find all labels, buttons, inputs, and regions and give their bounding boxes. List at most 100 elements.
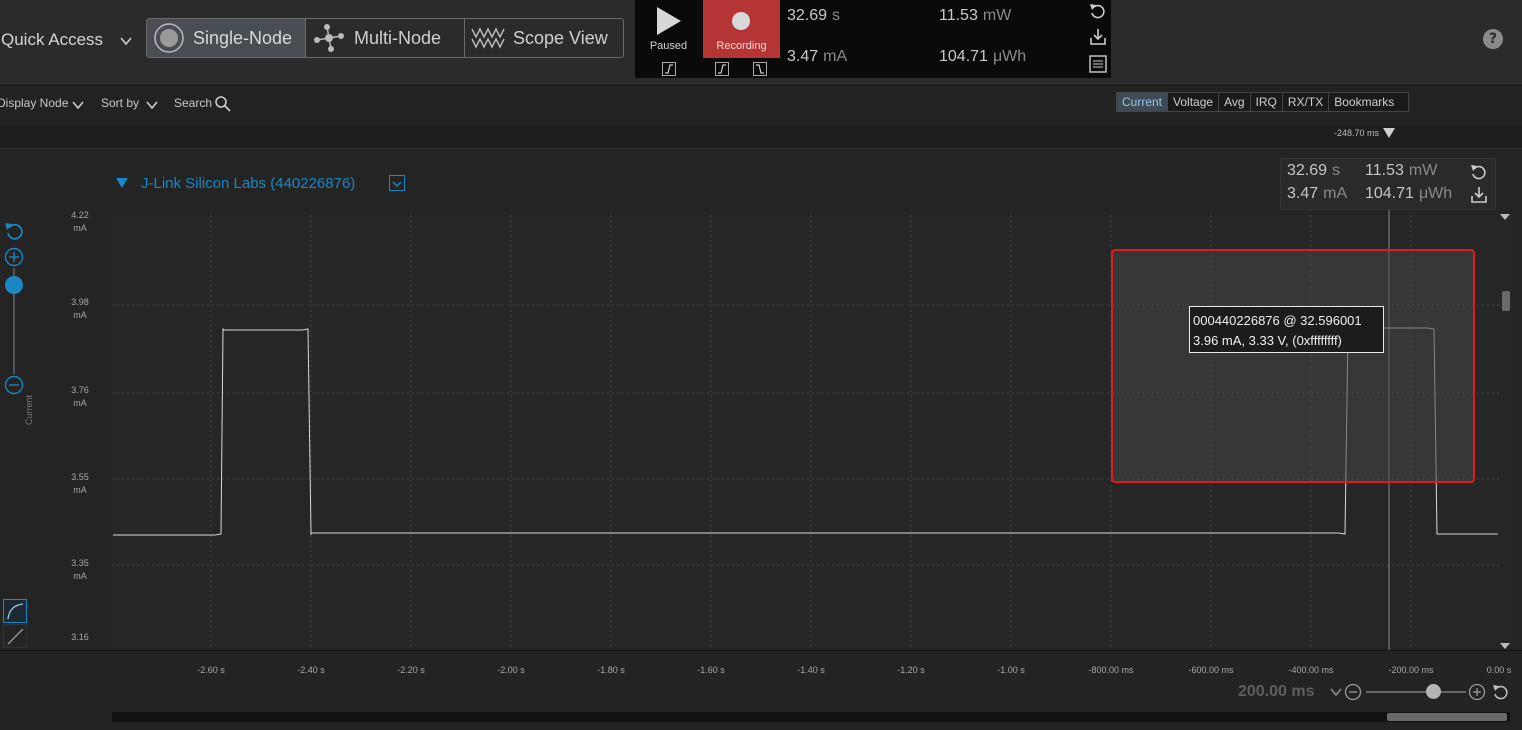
horizontal-scrollbar[interactable]	[112, 712, 1510, 722]
x-tick-label: -1.00 s	[997, 665, 1025, 675]
stat-current: 3.47 mA	[787, 48, 848, 65]
multi-node-label: Multi-Node	[354, 27, 442, 48]
scope-view-label: Scope View	[513, 27, 608, 48]
time-ruler	[0, 125, 1522, 149]
y-tick-label: 4.22 mA	[71, 210, 89, 233]
energy-profiler-window: Quick Access Single-Node Multi-Node Scop…	[0, 0, 1522, 730]
horizontal-scrollbar-thumb[interactable]	[1387, 713, 1507, 721]
download-icon[interactable]	[1469, 185, 1489, 205]
x-tick-label: -1.20 s	[897, 665, 925, 675]
y-tick-label: 3.35 mA	[71, 558, 89, 581]
download-icon[interactable]	[1088, 27, 1108, 47]
trigger-rising-button[interactable]	[715, 62, 729, 76]
scope-view-icon	[471, 27, 505, 49]
tooltip-line-1: 000440226876 @ 32.596001	[1193, 313, 1362, 328]
search-label[interactable]: Search	[174, 96, 212, 110]
x-tick-label: -2.20 s	[397, 665, 425, 675]
time-reset-icon[interactable]	[1491, 682, 1511, 702]
selection-highlight[interactable]	[1111, 249, 1475, 483]
chevron-down-icon[interactable]	[71, 99, 85, 111]
trigger-falling-button[interactable]	[753, 62, 767, 76]
multi-node-button[interactable]: Multi-Node	[306, 19, 465, 57]
stats-actions	[1085, 0, 1111, 78]
trace-tabs: Current Voltage Avg IRQ RX/TX Bookmarks	[1116, 92, 1410, 112]
log-curve-icon	[7, 603, 24, 620]
x-tick-label: -2.40 s	[297, 665, 325, 675]
play-icon	[657, 7, 681, 35]
x-tick-label: -400.00 ms	[1288, 665, 1334, 675]
tab-avg[interactable]: Avg	[1219, 93, 1251, 111]
display-node-dropdown[interactable]: Display Node	[0, 96, 68, 110]
rising-edge-icon	[665, 64, 673, 74]
x-tick-label: -1.80 s	[597, 665, 625, 675]
tab-current[interactable]: Current	[1117, 93, 1169, 111]
tooltip-line-2: 3.96 mA, 3.33 V, (0xffffffff)	[1193, 333, 1342, 348]
sort-by-dropdown[interactable]: Sort by	[101, 96, 139, 110]
time-zoom-in-icon[interactable]	[1468, 683, 1486, 701]
tab-voltage[interactable]: Voltage	[1168, 93, 1220, 111]
zoom-in-icon[interactable]	[4, 247, 24, 267]
tab-rx-tx[interactable]: RX/TX	[1283, 93, 1330, 111]
x-tick-label: -200.00 ms	[1388, 665, 1434, 675]
reset-zoom-icon[interactable]	[3, 220, 25, 242]
linear-line-icon	[7, 628, 24, 645]
linear-scale-button[interactable]	[3, 624, 27, 648]
paused-label: Paused	[649, 40, 688, 52]
time-zoom-out-icon[interactable]	[1344, 683, 1362, 701]
node-stat-current: 3.47 mA	[1287, 185, 1348, 202]
time-zoom-handle[interactable]	[1425, 684, 1441, 699]
chevron-down-icon[interactable]	[119, 34, 133, 48]
y-tick-label: 3.76 mA	[71, 385, 89, 408]
x-tick-label: -800.00 ms	[1088, 665, 1134, 675]
single-node-icon	[154, 23, 184, 53]
stat-time: 32.69 s	[787, 7, 841, 24]
y-tick-label: 3.98 mA	[71, 297, 89, 320]
y-tick-label: 3.16	[71, 632, 89, 642]
single-node-label: Single-Node	[193, 27, 293, 48]
log-scale-button[interactable]	[3, 599, 27, 623]
sample-tooltip: 000440226876 @ 32.596001 3.96 mA, 3.33 V…	[1189, 306, 1384, 353]
x-tick-label: -600.00 ms	[1188, 665, 1234, 675]
list-icon[interactable]	[1088, 54, 1108, 74]
reset-icon[interactable]	[1469, 162, 1489, 182]
zoom-slider-handle[interactable]	[5, 276, 23, 294]
record-button[interactable]: Recording	[703, 0, 780, 58]
record-icon	[732, 12, 750, 30]
single-node-button[interactable]: Single-Node	[147, 19, 306, 57]
chevron-down-icon	[392, 181, 402, 188]
node-title[interactable]: J-Link Silicon Labs (440226876)	[141, 175, 355, 192]
node-stats-panel: 32.69 s 3.47 mA 11.53 mW 104.71 μWh	[1280, 158, 1496, 210]
time-zoom-track[interactable]	[1366, 691, 1466, 693]
falling-edge-icon	[756, 64, 764, 74]
global-stats-panel: 32.69 s 3.47 mA 11.53 mW 104.71 μWh	[781, 0, 1085, 78]
scope-view-button[interactable]: Scope View	[465, 19, 623, 57]
x-tick-label: 0.00 s	[1486, 665, 1512, 675]
chevron-down-icon[interactable]	[1329, 686, 1343, 698]
vertical-scrollbar-thumb[interactable]	[1502, 291, 1510, 311]
node-options-button[interactable]	[389, 175, 405, 191]
zoom-out-icon[interactable]	[4, 375, 24, 395]
quick-access-label[interactable]: Quick Access	[1, 30, 103, 50]
multi-node-icon	[314, 24, 344, 52]
top-toolbar: Quick Access Single-Node Multi-Node Scop…	[0, 0, 1522, 86]
tab-irq[interactable]: IRQ	[1251, 93, 1283, 111]
stat-power: 11.53 mW	[939, 7, 1012, 24]
play-pause-button[interactable]: Paused	[635, 0, 702, 58]
x-tick-label: -1.60 s	[697, 665, 725, 675]
cursor-time-label: -248.70 ms	[1334, 128, 1380, 138]
help-icon[interactable]: ?	[1483, 29, 1503, 49]
collapse-node-icon[interactable]	[116, 178, 128, 188]
view-mode-selector: Single-Node Multi-Node Scope View	[146, 18, 624, 58]
x-tick-label: -1.40 s	[797, 665, 825, 675]
tab-bookmarks[interactable]: Bookmarks	[1329, 93, 1408, 111]
reset-icon[interactable]	[1088, 1, 1108, 21]
cursor-marker-icon[interactable]	[1382, 127, 1396, 139]
trigger-pause-button[interactable]	[662, 62, 676, 76]
stat-energy: 104.71 μWh	[939, 48, 1027, 65]
capture-controls: Paused Recording	[635, 0, 781, 78]
rising-edge-icon	[718, 64, 726, 74]
node-stat-energy: 104.71 μWh	[1365, 185, 1453, 202]
search-icon[interactable]	[214, 95, 232, 113]
chevron-down-icon[interactable]	[145, 99, 159, 111]
time-zoom-value: 200.00 ms	[1238, 683, 1315, 700]
